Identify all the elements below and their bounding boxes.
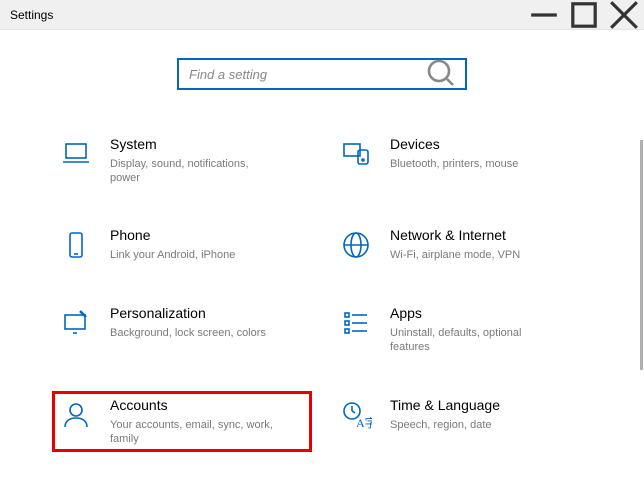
titlebar: Settings (0, 0, 644, 30)
settings-categories: System Display, sound, notifications, po… (52, 130, 592, 452)
category-desc: Link your Android, iPhone (110, 248, 280, 262)
personalization-icon (58, 305, 94, 341)
search-box[interactable] (177, 58, 467, 90)
search-container (0, 58, 644, 90)
category-system[interactable]: System Display, sound, notifications, po… (52, 130, 312, 191)
category-title: Personalization (110, 305, 306, 322)
category-apps[interactable]: Apps Uninstall, defaults, optional featu… (332, 299, 592, 360)
scrollbar[interactable] (640, 140, 643, 370)
laptop-icon (58, 136, 94, 172)
close-button[interactable] (604, 0, 644, 30)
category-desc: Wi-Fi, airplane mode, VPN (390, 248, 560, 262)
category-network[interactable]: Network & Internet Wi-Fi, airplane mode,… (332, 221, 592, 269)
category-title: Phone (110, 227, 306, 244)
category-title: Apps (390, 305, 586, 322)
category-time-language[interactable]: A字 Time & Language Speech, region, date (332, 391, 592, 452)
minimize-button[interactable] (524, 0, 564, 30)
search-icon (425, 57, 457, 92)
search-input[interactable] (187, 66, 425, 83)
category-desc: Speech, region, date (390, 418, 560, 432)
maximize-button[interactable] (564, 0, 604, 30)
category-title: Accounts (110, 397, 306, 414)
window-controls (524, 0, 644, 30)
category-desc: Display, sound, notifications, power (110, 157, 280, 186)
phone-icon (58, 227, 94, 263)
time-language-icon: A字 (338, 397, 374, 433)
category-title: Network & Internet (390, 227, 586, 244)
category-title: Devices (390, 136, 586, 153)
category-title: Time & Language (390, 397, 586, 414)
category-desc: Uninstall, defaults, optional features (390, 326, 560, 355)
category-desc: Your accounts, email, sync, work, family (110, 418, 280, 447)
category-desc: Bluetooth, printers, mouse (390, 157, 560, 171)
category-title: System (110, 136, 306, 153)
apps-icon (338, 305, 374, 341)
person-icon (58, 397, 94, 433)
window-title: Settings (10, 8, 53, 22)
svg-text:A字: A字 (356, 415, 372, 430)
category-desc: Background, lock screen, colors (110, 326, 280, 340)
category-phone[interactable]: Phone Link your Android, iPhone (52, 221, 312, 269)
category-accounts[interactable]: Accounts Your accounts, email, sync, wor… (52, 391, 312, 452)
devices-icon (338, 136, 374, 172)
category-devices[interactable]: Devices Bluetooth, printers, mouse (332, 130, 592, 191)
category-personalization[interactable]: Personalization Background, lock screen,… (52, 299, 312, 360)
globe-icon (338, 227, 374, 263)
